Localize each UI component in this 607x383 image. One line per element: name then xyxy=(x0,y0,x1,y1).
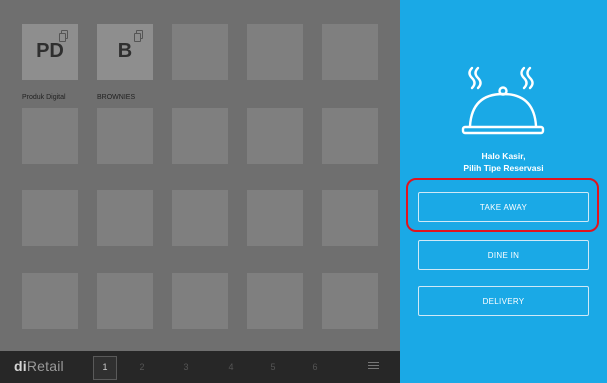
empty-tile xyxy=(322,24,378,80)
empty-tile xyxy=(247,190,303,246)
empty-tile xyxy=(22,190,78,246)
page-button-6[interactable]: 6 xyxy=(304,356,326,378)
page-button-4[interactable]: 4 xyxy=(220,356,242,378)
empty-tile xyxy=(22,273,78,329)
product-name-label: BROWNIES xyxy=(97,94,136,101)
empty-tile xyxy=(97,190,153,246)
product-grid: PD B Produk Digital BROWNIES xyxy=(10,12,390,342)
empty-tile xyxy=(247,108,303,164)
diretail-logo: diRetail xyxy=(14,358,64,374)
dine-in-button[interactable]: DINE IN xyxy=(418,240,589,270)
product-name-label: Produk Digital xyxy=(22,94,66,101)
empty-tile xyxy=(247,24,303,80)
page-button-3[interactable]: 3 xyxy=(175,356,197,378)
copy-icon xyxy=(59,30,68,42)
list-menu-icon[interactable] xyxy=(368,362,379,372)
page-button-1[interactable]: 1 xyxy=(93,356,117,380)
product-initial: B xyxy=(117,40,133,62)
bottom-bar: diRetail 1 2 3 4 5 6 xyxy=(0,351,400,383)
empty-tile xyxy=(22,108,78,164)
empty-tile xyxy=(172,24,228,80)
empty-tile xyxy=(97,108,153,164)
empty-tile xyxy=(172,108,228,164)
product-grid-pane: PD B Produk Digital BROWNIES diRetail 1 … xyxy=(0,0,400,383)
product-initial: PD xyxy=(36,40,64,62)
empty-tile xyxy=(172,273,228,329)
empty-tile xyxy=(322,108,378,164)
empty-tile xyxy=(97,273,153,329)
empty-tile xyxy=(172,190,228,246)
empty-tile xyxy=(247,273,303,329)
food-cloche-icon xyxy=(461,66,545,135)
greeting-line-1: Halo Kasir, xyxy=(481,151,526,161)
take-away-highlight xyxy=(406,178,599,232)
copy-icon xyxy=(134,30,143,42)
page-button-2[interactable]: 2 xyxy=(131,356,153,378)
product-tile-produk-digital[interactable]: PD xyxy=(22,24,78,80)
page-button-5[interactable]: 5 xyxy=(262,356,284,378)
empty-tile xyxy=(322,190,378,246)
delivery-button[interactable]: DELIVERY xyxy=(418,286,589,316)
product-tile-brownies[interactable]: B xyxy=(97,24,153,80)
greeting-line-2: Pilih Tipe Reservasi xyxy=(463,163,544,173)
empty-tile xyxy=(322,273,378,329)
